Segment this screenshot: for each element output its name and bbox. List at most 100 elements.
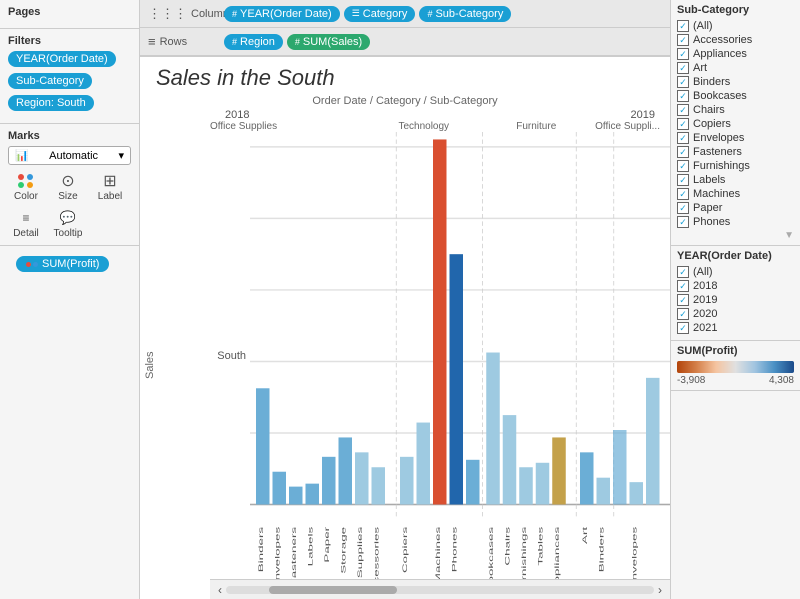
checkbox-icon (677, 118, 689, 130)
sub-cat-item-bookcases[interactable]: Bookcases (677, 90, 794, 102)
chart-scrollbar[interactable]: ‹ › (210, 579, 670, 599)
sub-cat-item-machines[interactable]: Machines (677, 188, 794, 200)
gradient-min: -3,908 (677, 375, 705, 386)
detail-mark[interactable]: ≡ Detail (8, 208, 44, 239)
region-filter[interactable]: Region: South (8, 95, 94, 111)
year-filter-title: YEAR(Order Date) (677, 250, 794, 262)
checkbox-icon (677, 132, 689, 144)
bar-chart-icon: 📊 (15, 149, 29, 162)
svg-text:Tables: Tables (537, 527, 545, 566)
cat-furniture-2018: Furniture (480, 121, 593, 132)
svg-text:Supplies: Supplies (356, 527, 364, 578)
checkbox-icon (677, 294, 689, 306)
checkbox-icon (677, 202, 689, 214)
scroll-thumb[interactable] (269, 586, 397, 594)
sub-cat-item-appliances[interactable]: Appliances (677, 48, 794, 60)
sum-profit-label: SUM(Profit) (42, 258, 99, 270)
year-list: (All) 2018 2019 2020 2021 (677, 266, 794, 334)
sub-category-list: (All) Accessories Appliances Art Binders Book… (677, 20, 794, 228)
checkbox-icon (677, 20, 689, 32)
color-mark[interactable]: Color (8, 171, 44, 202)
sum-sales-pill-label: SUM(Sales) (303, 36, 362, 48)
sum-profit-pill[interactable]: SUM(Profit) (16, 256, 109, 272)
category-pill[interactable]: ☰ Category (344, 6, 416, 22)
cat-office-2018: Office Supplies (210, 121, 368, 132)
sub-cat-item-phones[interactable]: Phones (677, 216, 794, 228)
svg-text:Chairs: Chairs (504, 527, 512, 566)
gradient-max: 4,308 (769, 375, 794, 386)
sub-cat-item-paper[interactable]: Paper (677, 202, 794, 214)
year-order-date-pill[interactable]: # YEAR(Order Date) (224, 6, 340, 22)
y-axis-label: Sales (140, 132, 160, 599)
tooltip-mark[interactable]: 💬 Tooltip (50, 208, 86, 239)
checkbox-icon (677, 76, 689, 88)
color-mark-label: Color (14, 191, 38, 202)
sub-cat-item-labels[interactable]: Labels (677, 174, 794, 186)
svg-text:Fasteners: Fasteners (290, 527, 298, 579)
year-item-2020[interactable]: 2020 (677, 308, 794, 320)
region-pill-label: Region (240, 36, 275, 48)
sub-cat-item-art[interactable]: Art (677, 62, 794, 74)
year-item-2021[interactable]: 2021 (677, 322, 794, 334)
scroll-left-arrow[interactable]: ‹ (218, 583, 222, 597)
svg-text:Storage: Storage (340, 527, 348, 574)
checkbox-icon (677, 90, 689, 102)
checkbox-icon (677, 104, 689, 116)
svg-text:Binders: Binders (257, 527, 265, 572)
checkbox-icon (677, 48, 689, 60)
checkbox-icon (677, 146, 689, 158)
sub-category-filter[interactable]: Sub-Category (8, 73, 92, 89)
label-mark[interactable]: ⊞ Label (92, 171, 128, 202)
checkbox-icon (677, 174, 689, 186)
color-legend-title: SUM(Profit) (677, 345, 794, 357)
checkbox-icon (677, 280, 689, 292)
region-icon: # (232, 37, 237, 47)
chart-title: Sales in the South (140, 57, 670, 91)
checkbox-icon (677, 266, 689, 278)
scroll-track[interactable] (226, 586, 654, 594)
year-icon: # (232, 9, 237, 19)
svg-text:Paper: Paper (323, 526, 331, 562)
year-order-date-filter[interactable]: YEAR(Order Date) (8, 51, 116, 67)
sub-cat-item-chairs[interactable]: Chairs (677, 104, 794, 116)
svg-text:Phones: Phones (451, 527, 459, 572)
color-icon (14, 171, 38, 191)
svg-text:Envelopes: Envelopes (631, 527, 639, 579)
sub-cat-item-copiers[interactable]: Copiers (677, 118, 794, 130)
scroll-right-arrow[interactable]: › (658, 583, 662, 597)
year-pill-label: YEAR(Order Date) (240, 8, 332, 20)
color-gradient-bar (677, 361, 794, 373)
marks-type-dropdown[interactable]: 📊 Automatic ▾ (8, 146, 131, 165)
label-icon: ⊞ (98, 171, 122, 191)
size-icon: ⊙ (56, 171, 80, 191)
label-mark-label: Label (98, 191, 122, 202)
checkbox-icon (677, 188, 689, 200)
sub-cat-item-fasteners[interactable]: Fasteners (677, 146, 794, 158)
year-2019-label: 2019 (440, 109, 660, 121)
marks-dropdown-label: Automatic (49, 150, 98, 162)
year-item-all[interactable]: (All) (677, 266, 794, 278)
svg-text:Machines: Machines (434, 527, 442, 579)
sub-cat-item-binders[interactable]: Binders (677, 76, 794, 88)
size-mark[interactable]: ⊙ Size (50, 171, 86, 202)
svg-text:Art: Art (581, 527, 589, 544)
sub-cat-item-furnishings[interactable]: Furnishings (677, 160, 794, 172)
sub-cat-item-all[interactable]: (All) (677, 20, 794, 32)
sub-category-pill[interactable]: # Sub-Category (419, 6, 511, 22)
columns-icon: ⋮⋮⋮ (148, 6, 187, 22)
sum-sales-pill[interactable]: # SUM(Sales) (287, 34, 370, 50)
checkbox-icon (677, 62, 689, 74)
year-item-2019[interactable]: 2019 (677, 294, 794, 306)
svg-text:Binders: Binders (598, 527, 606, 572)
svg-text:Accessories: Accessories (373, 527, 381, 579)
sub-cat-item-envelopes[interactable]: Envelopes (677, 132, 794, 144)
svg-text:Furnishings: Furnishings (520, 527, 528, 579)
category-icon: ☰ (352, 8, 360, 19)
region-pill[interactable]: # Region (224, 34, 283, 50)
year-item-2018[interactable]: 2018 (677, 280, 794, 292)
svg-text:Bookcases: Bookcases (487, 527, 495, 579)
scroll-indicator: ▼ (677, 230, 794, 241)
cat-tech-2018: Technology (368, 121, 481, 132)
sub-cat-item-accessories[interactable]: Accessories (677, 34, 794, 46)
tooltip-mark-label: Tooltip (54, 228, 83, 239)
